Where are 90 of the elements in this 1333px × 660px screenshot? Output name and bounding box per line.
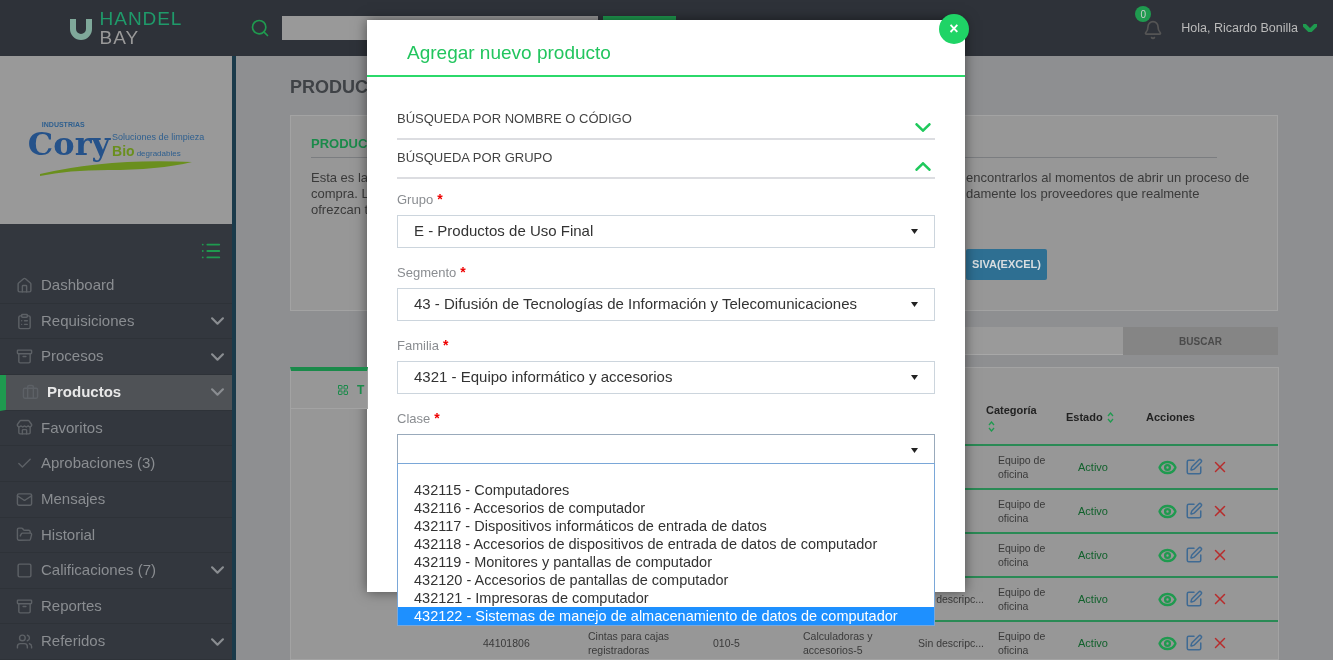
description-text: Esta es la <box>311 170 368 186</box>
store-icon <box>16 419 33 437</box>
sidebar-item[interactable]: Calificaciones (7) <box>0 553 232 589</box>
edit-icon[interactable] <box>1185 634 1203 652</box>
table-cell-text: Equipo de oficina <box>998 541 1047 569</box>
dropdown-option[interactable]: 432115 - Computadores <box>398 481 934 499</box>
edit-icon[interactable] <box>1185 590 1203 608</box>
required-mark: * <box>460 263 466 282</box>
status-text: Activo <box>1078 459 1109 475</box>
dropdown-option[interactable]: 432120 - Accesorios de pantallas de computador <box>398 571 934 589</box>
select-field[interactable]: 43 - Difusión de Tecnologías de Información y Telecomunicaciones <box>397 288 935 321</box>
accordion-header[interactable]: BÚSQUEDA POR NOMBRE O CÓDIGO <box>397 101 935 140</box>
required-mark: * <box>442 336 449 355</box>
dropdown-arrow-icon <box>911 302 918 307</box>
logo-text: BAY <box>99 28 141 47</box>
table-cell-text: Equipo de oficina <box>998 629 1047 657</box>
edit-icon[interactable] <box>1185 546 1203 564</box>
sidebar-item[interactable]: Favoritos <box>0 410 232 447</box>
table-cell-text: Cintas para cajas registradoras <box>588 629 671 657</box>
dropdown-option[interactable]: 432117 - Dispositivos informáticos de entrada de datos <box>398 517 934 535</box>
table-cell-text: 010-5 <box>713 636 741 650</box>
status-text: Activo <box>1078 591 1109 607</box>
excel-upload-button[interactable]: SIVA(EXCEL) <box>966 249 1047 280</box>
folder-icon <box>16 526 33 544</box>
column-header: Acciones <box>1146 409 1196 425</box>
sidebar-item[interactable]: Requisiciones <box>0 303 232 340</box>
people-icon <box>16 633 33 651</box>
tray-icon <box>16 348 33 366</box>
field-label: Clase <box>397 409 431 428</box>
sidebar-item[interactable]: Productos <box>0 375 232 411</box>
status-text: Activo <box>1078 547 1109 563</box>
logo-text: HANDEL <box>99 9 183 28</box>
dropdown-option[interactable]: 432121 - Impresoras de computador <box>398 589 934 607</box>
chevron-icon[interactable] <box>1303 24 1317 32</box>
logo-text: Bio <box>112 143 135 158</box>
chevron-up-icon <box>915 162 931 171</box>
dropdown-arrow-icon <box>911 375 918 380</box>
notification-badge: 0 <box>1135 6 1152 22</box>
dropdown-option[interactable]: 432118 - Accesorios de dispositivos de entrada de datos de computador <box>398 535 934 553</box>
logo-text: degradables <box>136 149 181 158</box>
clipboard-icon <box>16 312 33 330</box>
grid-icon <box>337 383 349 396</box>
dropdown-option[interactable]: 432122 - Sistemas de manejo de almacenamiento de datos de computador <box>398 607 934 625</box>
tray-icon <box>16 597 33 615</box>
field-label: Segmento <box>397 263 457 282</box>
column-header[interactable]: Estado <box>1066 408 1146 426</box>
house-icon <box>16 276 33 294</box>
status-text: Activo <box>1078 503 1109 519</box>
accordion-header[interactable]: BÚSQUEDA POR GRUPO <box>397 140 935 179</box>
search-field[interactable] <box>965 327 1123 355</box>
select-field[interactable]: E - Productos de Uso Final <box>397 215 935 248</box>
edit-icon[interactable] <box>1185 458 1203 476</box>
search-icon[interactable] <box>250 18 270 38</box>
field-label: Familia <box>397 336 439 355</box>
table-cell-text: Equipo de oficina <box>998 453 1047 481</box>
dropdown-option[interactable]: 432119 - Monitores y pantallas de computador <box>398 553 934 571</box>
dropdown-option[interactable]: 432116 - Accesorios de computador <box>398 499 934 517</box>
sidebar-item[interactable]: Referidos <box>0 624 232 660</box>
field-label: Grupo <box>397 190 434 209</box>
card-title: PRODUC <box>311 135 369 153</box>
square-icon <box>16 561 33 579</box>
table-cell-text: Sin descripc... <box>917 636 985 650</box>
sort-icon <box>1106 411 1114 423</box>
table-cell-text: 44101806 <box>483 636 531 650</box>
dropdown-arrow-icon <box>911 448 918 453</box>
column-header[interactable]: Categoría <box>986 402 1066 432</box>
user-greeting[interactable]: Hola, Ricardo Bonilla <box>1181 18 1298 38</box>
sidebar-item[interactable]: Reportes <box>0 588 232 625</box>
bell-icon[interactable] <box>1143 20 1164 40</box>
table-cell-text: Equipo de oficina <box>998 497 1047 525</box>
envelope-icon <box>16 490 33 508</box>
sidebar-item[interactable]: Mensajes <box>0 481 232 518</box>
description-text: damente los proveedores que realmente <box>966 186 1201 202</box>
status-text: Activo <box>1078 635 1109 651</box>
page-title: PRODUC <box>290 77 368 97</box>
dropdown-arrow-icon <box>911 229 918 234</box>
required-mark: * <box>434 409 440 428</box>
select-field[interactable]: 4321 - Equipo informático y accesorios <box>397 361 935 394</box>
dialog-title: Agregar nuevo producto <box>407 40 611 65</box>
logo-text: Soluciones de limpieza <box>112 132 205 144</box>
table-cell-text: descripc... <box>935 592 985 606</box>
required-mark: * <box>437 190 443 209</box>
edit-icon[interactable] <box>1185 502 1203 520</box>
logo-text: Cory <box>27 127 111 160</box>
description-text: encontrarlos al momentos de abrir un proceso de <box>966 170 1250 186</box>
table-cell-text: Equipo de oficina <box>998 585 1047 613</box>
sort-icon <box>988 420 995 432</box>
sidebar-item[interactable]: Dashboard <box>0 268 232 304</box>
table-cell-text: Calculadoras y accesorios-5 <box>803 629 874 657</box>
chevron-down-icon <box>915 123 931 132</box>
